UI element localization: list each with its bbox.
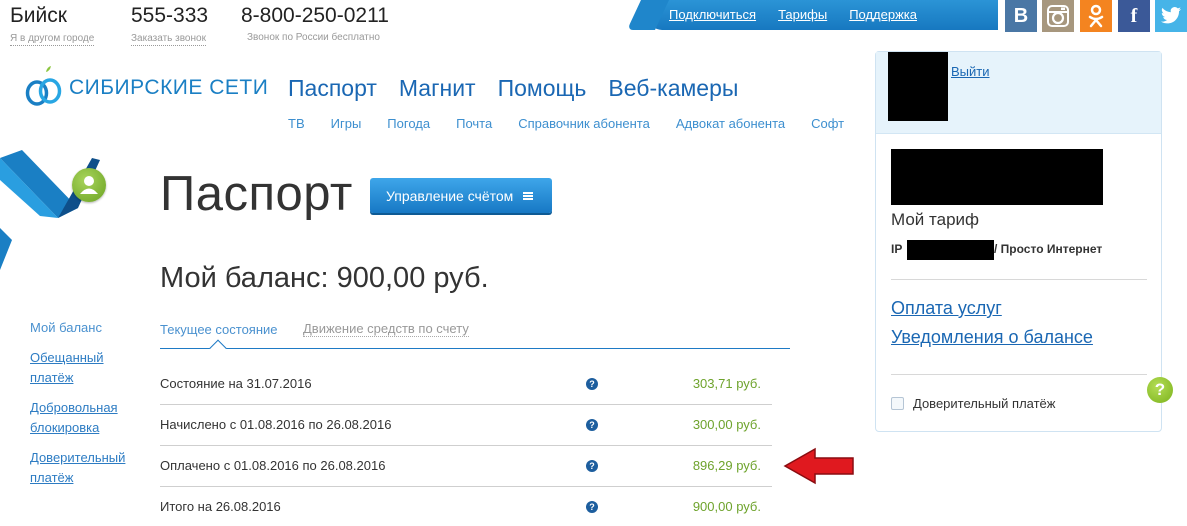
tariffs-link[interactable]: Тарифы	[778, 7, 827, 22]
nav-magnet[interactable]: Магнит	[399, 75, 476, 102]
row-label: Начислено с 01.08.2016 по 26.08.2016	[160, 417, 392, 432]
tab-money-movement[interactable]: Движение средств по счету	[303, 322, 469, 337]
nav-help[interactable]: Помощь	[498, 75, 587, 102]
facebook-icon[interactable]: f	[1118, 0, 1150, 32]
logo-text: СИБИРСКИЕ СЕТИ	[69, 76, 269, 99]
logout-link[interactable]: Выйти	[951, 64, 990, 79]
row-label: Оплачено с 01.08.2016 по 26.08.2016	[160, 458, 386, 473]
pay-services-link[interactable]: Оплата услуг	[891, 298, 1002, 319]
logo-icon	[24, 66, 64, 110]
subnav-software[interactable]: Софт	[811, 116, 844, 131]
row-label: Состояние на 31.07.2016	[160, 376, 312, 391]
free-phone-number: 8-800-250-0211	[241, 4, 389, 27]
sub-nav: ТВ Игры Погода Почта Справочник абонента…	[288, 116, 844, 131]
trust-payment-label: Доверительный платёж	[913, 396, 1056, 411]
balance-tabs: Текущее состояние Движение средств по сч…	[160, 320, 790, 357]
table-row: Итого на 26.08.2016 ? 900,00 руб.	[160, 487, 772, 526]
nav-passport[interactable]: Паспорт	[288, 75, 377, 102]
support-link[interactable]: Поддержка	[849, 7, 917, 22]
site-logo[interactable]: СИБИРСКИЕ СЕТИ	[24, 66, 268, 110]
help-icon[interactable]: ?	[586, 419, 598, 431]
help-icon[interactable]: ?	[586, 501, 598, 513]
row-value: 900,00 руб.	[692, 499, 761, 514]
city-name[interactable]: Бийск	[10, 4, 94, 28]
vk-icon[interactable]: В	[1005, 0, 1037, 32]
table-row: Оплачено с 01.08.2016 по 26.08.2016 ? 89…	[160, 446, 772, 487]
balance-table: Состояние на 31.07.2016 ? 303,71 руб. На…	[160, 364, 772, 526]
table-row: Состояние на 31.07.2016 ? 303,71 руб.	[160, 364, 772, 405]
account-panel-header: Выйти	[876, 52, 1161, 134]
local-phone-number: 555-333	[131, 4, 209, 27]
row-value: 896,29 руб.	[692, 458, 761, 473]
row-value: 303,71 руб.	[692, 376, 761, 391]
top-nav-bar: Подключиться Тарифы Поддержка	[648, 0, 998, 30]
subnav-tv[interactable]: ТВ	[288, 116, 305, 131]
side-item-trust-payment[interactable]: Доверительный платёж	[30, 448, 140, 488]
help-icon[interactable]: ?	[586, 460, 598, 472]
nav-webcams[interactable]: Веб-камеры	[608, 75, 738, 102]
tariff-ip-label: IP	[891, 242, 903, 256]
page-title: Паспорт	[160, 167, 353, 221]
other-city-link[interactable]: Я в другом городе	[10, 33, 95, 46]
user-avatar-icon	[72, 168, 106, 202]
red-arrow-icon	[783, 447, 854, 485]
balance-notifications-link[interactable]: Уведомления о балансе	[891, 327, 1093, 348]
trust-payment-option[interactable]: Доверительный платёж	[891, 396, 1055, 411]
my-tariff-title: Мой тариф	[891, 210, 980, 229]
redacted-user-name	[891, 149, 1103, 205]
local-phone: 555-333 Заказать звонок	[131, 4, 208, 46]
odnoklassniki-icon[interactable]	[1080, 0, 1112, 32]
side-item-my-balance[interactable]: Мой баланс	[30, 318, 140, 338]
account-management-button[interactable]: Управление счётом	[370, 178, 552, 213]
city-selector[interactable]: Бийск Я в другом городе	[10, 4, 95, 46]
help-bubble-icon[interactable]: ?	[1147, 377, 1173, 403]
redacted-avatar	[888, 52, 948, 121]
instagram-icon[interactable]	[1042, 0, 1074, 32]
twitter-icon[interactable]	[1155, 0, 1187, 32]
help-icon[interactable]: ?	[586, 378, 598, 390]
account-management-label: Управление счётом	[386, 187, 514, 204]
active-tab-pointer	[209, 339, 227, 357]
balance-heading: Мой баланс: 900,00 руб.	[160, 262, 489, 294]
main-nav: Паспорт Магнит Помощь Веб-камеры	[288, 75, 738, 102]
panel-divider	[891, 374, 1147, 375]
subnav-advocate[interactable]: Адвокат абонента	[676, 116, 785, 131]
row-label: Итого на 26.08.2016	[160, 499, 281, 514]
side-item-voluntary-block[interactable]: Добровольная блокировка	[30, 398, 140, 438]
tariff-name: / Просто Интернет	[994, 242, 1103, 256]
subnav-directory[interactable]: Справочник абонента	[518, 116, 650, 131]
subnav-mail[interactable]: Почта	[456, 116, 492, 131]
account-panel: Выйти Мой тариф IP / Просто Интернет Опл…	[875, 51, 1162, 432]
hamburger-icon	[523, 191, 534, 200]
callback-link[interactable]: Заказать звонок	[131, 33, 206, 46]
side-item-promised-payment[interactable]: Обещанный платёж	[30, 348, 140, 388]
subnav-games[interactable]: Игры	[331, 116, 362, 131]
connect-link[interactable]: Подключиться	[669, 7, 756, 22]
row-value: 300,00 руб.	[692, 417, 761, 432]
panel-divider	[891, 279, 1147, 280]
table-row: Начислено с 01.08.2016 по 26.08.2016 ? 3…	[160, 405, 772, 446]
side-menu: Мой баланс Обещанный платёж Добровольная…	[30, 318, 140, 498]
trust-payment-checkbox[interactable]	[891, 397, 904, 410]
free-phone: 8-800-250-0211 Звонок по России бесплатн…	[241, 4, 389, 45]
subnav-weather[interactable]: Погода	[387, 116, 430, 131]
redacted-ip	[907, 240, 994, 260]
free-phone-note: Звонок по России бесплатно	[247, 32, 380, 43]
tab-current-state[interactable]: Текущее состояние	[160, 322, 278, 337]
